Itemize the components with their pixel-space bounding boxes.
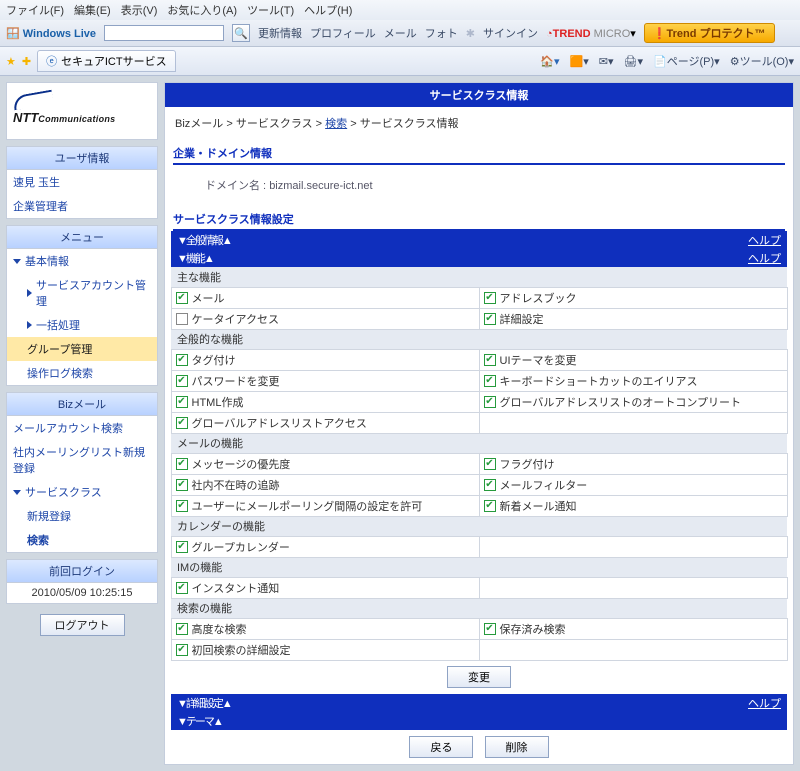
- band-detail-settings[interactable]: ▼詳細設定▲ヘルプ: [171, 694, 787, 712]
- print-icon[interactable]: 🖨▾: [624, 55, 644, 68]
- bizmail-head: Bizメール: [7, 393, 157, 416]
- breadcrumb: Bizメール > サービスクラス > 検索 > サービスクラス情報: [165, 107, 793, 139]
- user-role: 企業管理者: [7, 194, 157, 218]
- nav-search[interactable]: 検索: [7, 528, 157, 552]
- cat-global: 全般的な機能: [171, 329, 787, 349]
- search-go-button[interactable]: 🔍: [232, 24, 250, 42]
- help-link[interactable]: ヘルプ: [748, 695, 781, 711]
- change-button[interactable]: 変更: [447, 666, 511, 688]
- nav-oplog[interactable]: 操作ログ検索: [7, 361, 157, 385]
- user-name: 速見 玉生: [7, 170, 157, 194]
- windows-live-logo: 🪟 Windows Live: [6, 27, 96, 40]
- menu-view[interactable]: 表示(V): [121, 2, 158, 18]
- page-title: サービスクラス情報: [165, 83, 793, 107]
- opt-pwchange[interactable]: パスワードを変更: [171, 370, 480, 392]
- opt-priority[interactable]: メッセージの優先度: [171, 453, 480, 475]
- ntt-logo: NTTCommunications: [6, 82, 158, 140]
- band-general[interactable]: ▼全般情報▲ヘルプ: [171, 231, 787, 249]
- delete-button[interactable]: 削除: [485, 736, 549, 758]
- nav-basic-info[interactable]: 基本情報: [7, 249, 157, 273]
- opt-uitheme[interactable]: UIテーマを変更: [479, 349, 788, 371]
- opt-html-compose[interactable]: HTML作成: [171, 391, 480, 413]
- opt-addressbook[interactable]: アドレスブック: [479, 287, 788, 309]
- opt-instant-notify[interactable]: インスタント通知: [171, 577, 480, 599]
- toolbar-news[interactable]: 更新情報: [258, 25, 302, 41]
- opt-tag[interactable]: タグ付け: [171, 349, 480, 371]
- opt-mail[interactable]: メール: [171, 287, 480, 309]
- browser-toolbar: 🪟 Windows Live 🔍 更新情報 プロフィール メール フォト ✱ サ…: [0, 20, 800, 47]
- opt-saved-search[interactable]: 保存済み検索: [479, 618, 788, 640]
- breadcrumb-search-link[interactable]: 検索: [325, 118, 347, 130]
- band-theme[interactable]: ▼テーマ▲: [171, 712, 787, 730]
- nav-mail-account-search[interactable]: メールアカウント検索: [7, 416, 157, 440]
- search-input[interactable]: [104, 25, 224, 41]
- opt-mail-filter[interactable]: メールフィルター: [479, 474, 788, 496]
- nav-ml-register[interactable]: 社内メーリングリスト新規登録: [7, 440, 157, 480]
- nav-service-account[interactable]: サービスアカウント管理: [7, 273, 157, 313]
- section-domain-info: 企業・ドメイン情報: [173, 145, 785, 165]
- last-login-head: 前回ログイン: [7, 560, 157, 583]
- main-panel: サービスクラス情報 Bizメール > サービスクラス > 検索 > サービスクラ…: [164, 82, 794, 765]
- opt-poll-interval[interactable]: ユーザーにメールポーリング間隔の設定を許可: [171, 495, 480, 517]
- sidebar: NTTCommunications ユーザ情報 速見 玉生 企業管理者 メニュー…: [6, 82, 158, 765]
- signin-link[interactable]: サインイン: [483, 25, 538, 41]
- trend-protect-button[interactable]: ❗Trend プロテクト™: [644, 23, 775, 43]
- tab-bar: ★ ✚ ⓔ セキュアICTサービス 🏠▾ 🟧▾ ✉▾ 🖨▾ 📄ページ(P)▾ ⚙…: [0, 47, 800, 76]
- menu-tool[interactable]: ツール(T): [247, 2, 294, 18]
- logout-button[interactable]: ログアウト: [40, 614, 125, 636]
- cat-mail: メールの機能: [171, 433, 787, 453]
- opt-flag[interactable]: フラグ付け: [479, 453, 788, 475]
- cat-im: IMの機能: [171, 557, 787, 577]
- help-link[interactable]: ヘルプ: [748, 250, 781, 266]
- opt-keitai[interactable]: ケータイアクセス: [171, 308, 480, 330]
- menu-help[interactable]: ヘルプ(H): [304, 2, 352, 18]
- nav-group-mgmt[interactable]: グループ管理: [7, 337, 157, 361]
- home-icon[interactable]: 🏠▾: [540, 55, 559, 68]
- menu-edit[interactable]: 編集(E): [74, 2, 111, 18]
- user-info-head: ユーザ情報: [7, 147, 157, 170]
- menu-fav[interactable]: お気に入り(A): [167, 2, 237, 18]
- favorites-star-icon[interactable]: ★: [6, 55, 16, 68]
- opt-out-of-office[interactable]: 社内不在時の追跡: [171, 474, 480, 496]
- feed-icon[interactable]: 🟧▾: [570, 55, 589, 68]
- menu-head: メニュー: [7, 226, 157, 249]
- browser-tab[interactable]: ⓔ セキュアICTサービス: [37, 50, 176, 72]
- help-link[interactable]: ヘルプ: [748, 232, 781, 248]
- cat-search: 検索の機能: [171, 598, 787, 618]
- nav-new-register[interactable]: 新規登録: [7, 504, 157, 528]
- opt-initial-search-detail[interactable]: 初回検索の詳細設定: [171, 639, 480, 661]
- opt-kb-alias[interactable]: キーボードショートカットのエイリアス: [479, 370, 788, 392]
- band-features[interactable]: ▼機能▲ヘルプ: [171, 249, 787, 267]
- right-tool-group: 🏠▾ 🟧▾ ✉▾ 🖨▾ 📄ページ(P)▾ ⚙ツール(O)▾: [540, 53, 794, 69]
- domain-row: ドメイン名 : bizmail.secure-ict.net: [165, 165, 793, 205]
- opt-gal-autocomplete[interactable]: グローバルアドレスリストのオートコンプリート: [479, 391, 788, 413]
- mail-read-icon[interactable]: ✉▾: [599, 55, 614, 68]
- opt-advanced-search[interactable]: 高度な検索: [171, 618, 480, 640]
- opt-gal-access[interactable]: グローバルアドレスリストアクセス: [171, 412, 480, 434]
- toolbar-profile[interactable]: プロフィール: [310, 25, 376, 41]
- add-favorite-icon[interactable]: ✚: [22, 55, 31, 68]
- back-button[interactable]: 戻る: [409, 736, 473, 758]
- last-login-timestamp: 2010/05/09 10:25:15: [7, 583, 157, 603]
- tools-menu[interactable]: ⚙ツール(O)▾: [730, 53, 794, 69]
- opt-group-calendar[interactable]: グループカレンダー: [171, 536, 480, 558]
- cat-main-features: 主な機能: [171, 267, 787, 287]
- opt-new-mail-notify[interactable]: 新着メール通知: [479, 495, 788, 517]
- menu-file[interactable]: ファイル(F): [6, 2, 64, 18]
- toolbar-mail[interactable]: メール: [384, 25, 417, 41]
- section-service-class-settings: サービスクラス情報設定: [173, 211, 785, 231]
- opt-detail[interactable]: 詳細設定: [479, 308, 788, 330]
- ie-icon: ⓔ: [46, 53, 57, 69]
- toolbar-photo[interactable]: フォト: [425, 25, 458, 41]
- nav-service-class[interactable]: サービスクラス: [7, 480, 157, 504]
- cat-calendar: カレンダーの機能: [171, 516, 787, 536]
- trend-logo: ◔TREND MICRO▾: [546, 27, 636, 40]
- page-menu[interactable]: 📄ページ(P)▾: [653, 53, 720, 69]
- os-menubar: ファイル(F) 編集(E) 表示(V) お気に入り(A) ツール(T) ヘルプ(…: [0, 0, 800, 20]
- nav-batch[interactable]: 一括処理: [7, 313, 157, 337]
